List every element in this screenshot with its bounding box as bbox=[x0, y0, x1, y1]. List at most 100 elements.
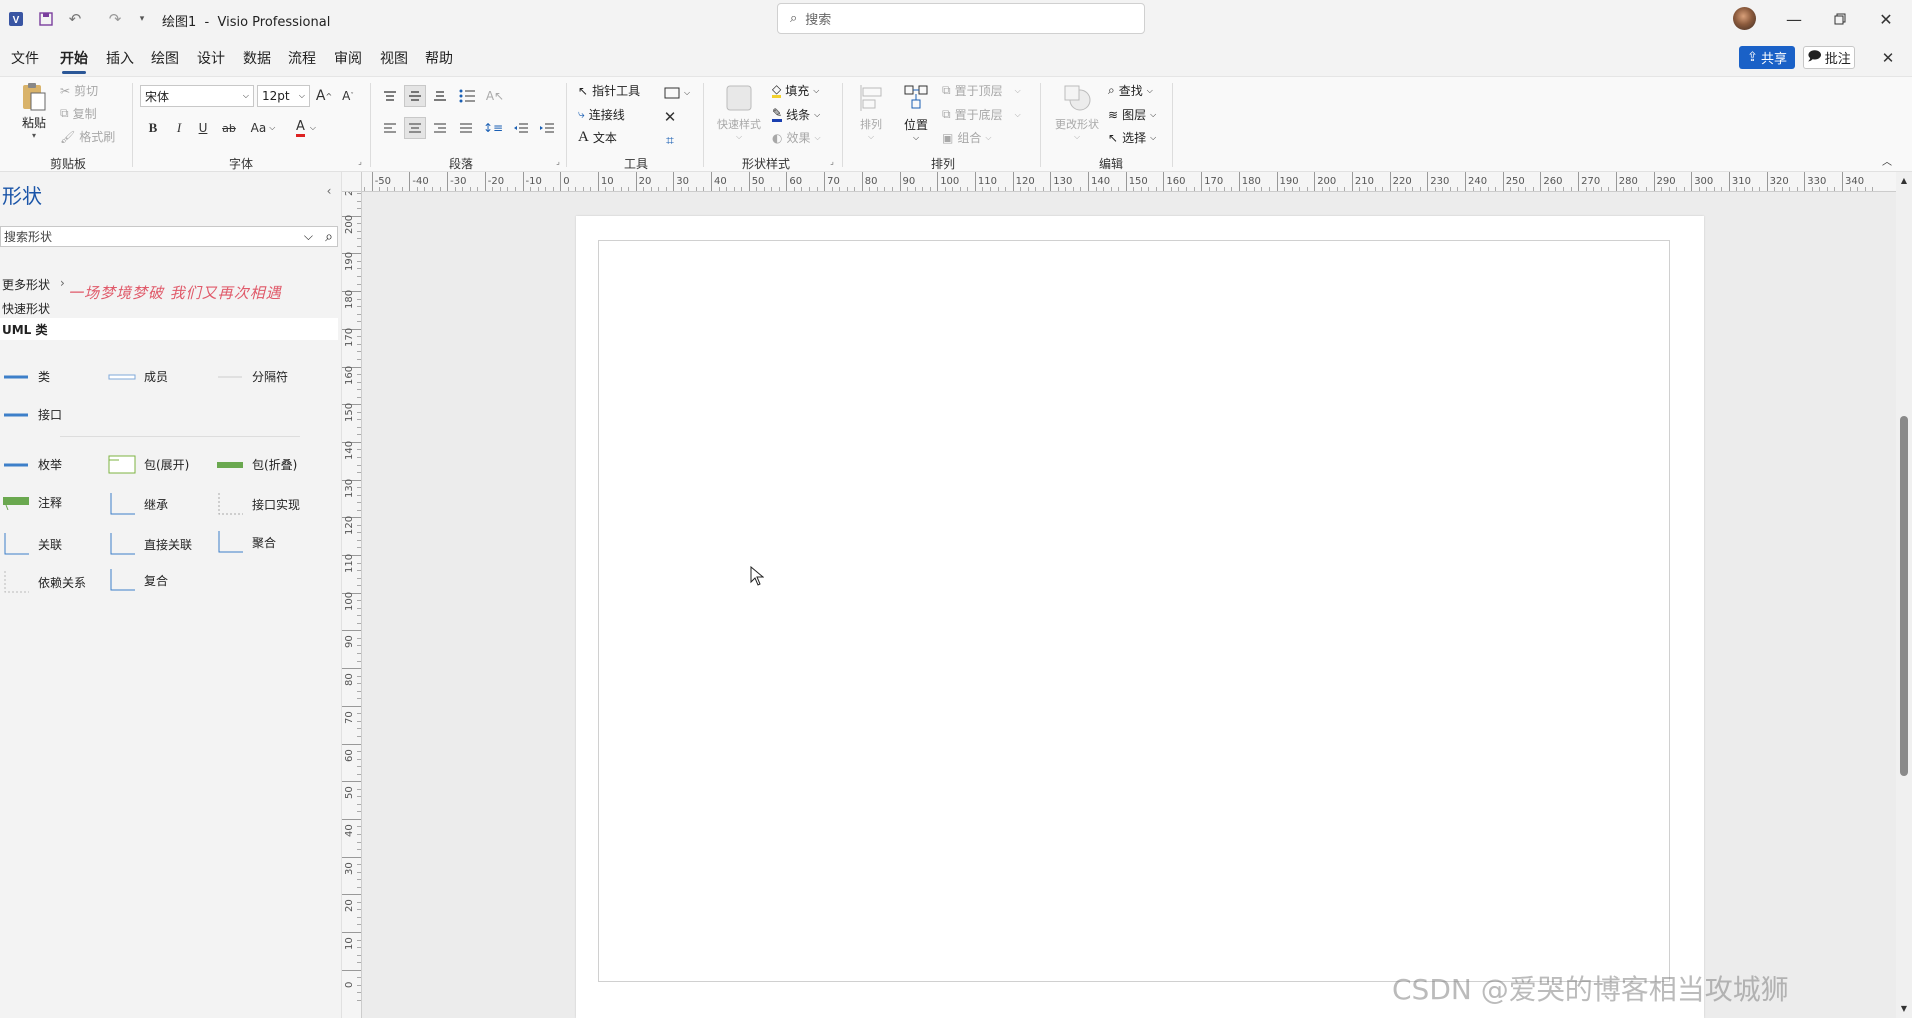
shape-item-member[interactable]: 成员 bbox=[108, 368, 168, 385]
customize-qat-icon[interactable]: ▾ bbox=[136, 10, 148, 28]
tab-help[interactable]: 帮助 bbox=[425, 48, 453, 68]
minimize-icon[interactable]: — bbox=[1780, 6, 1808, 32]
underline-button[interactable]: U bbox=[194, 117, 212, 139]
shape-item-association[interactable]: 关联 bbox=[2, 532, 62, 556]
align-middle-icon[interactable] bbox=[404, 85, 426, 107]
drawing-canvas[interactable]: CSDN @爱哭的博客相当攻城狮 bbox=[362, 192, 1896, 1018]
shape-item-enum[interactable]: 枚举 bbox=[2, 456, 62, 473]
shape-item-interface[interactable]: 接口 bbox=[2, 406, 62, 423]
align-right-icon[interactable] bbox=[430, 117, 450, 139]
restore-icon[interactable] bbox=[1826, 6, 1854, 32]
quick-styles-button[interactable]: 快速样式 ⌵ bbox=[714, 83, 764, 142]
delete-connector-icon[interactable]: ✕ bbox=[660, 107, 680, 127]
font-dialog-launcher-icon[interactable]: ⌟ bbox=[354, 155, 366, 167]
align-shapes-button[interactable]: 排列 ⌵ bbox=[854, 83, 888, 142]
shape-item-inheritance[interactable]: 继承 bbox=[108, 492, 168, 516]
tab-design[interactable]: 设计 bbox=[197, 48, 225, 68]
align-left-icon[interactable] bbox=[380, 117, 400, 139]
bold-button[interactable]: B bbox=[144, 117, 162, 139]
shape-item-directed-association[interactable]: 直接关联 bbox=[108, 532, 192, 556]
paste-button[interactable]: 粘贴 ▾ bbox=[16, 81, 52, 145]
paste-dropdown-icon[interactable]: ▾ bbox=[16, 131, 52, 140]
tab-process[interactable]: 流程 bbox=[288, 48, 316, 68]
scroll-thumb[interactable] bbox=[1900, 416, 1908, 776]
pointer-tool-button[interactable]: ↖ 指针工具 bbox=[578, 82, 640, 99]
line-spacing-icon[interactable]: ↕≡ bbox=[482, 117, 504, 139]
decrease-indent-icon[interactable] bbox=[510, 117, 532, 139]
font-color-button[interactable]: A ⌵ bbox=[288, 117, 324, 139]
line-button[interactable]: ✎ 线条 ⌵ bbox=[772, 106, 820, 123]
stencil-header[interactable]: UML 类 bbox=[0, 318, 338, 340]
format-painter-button[interactable]: 🖌 格式刷 bbox=[60, 128, 115, 145]
shape-item-package-collapsed[interactable]: 包(折叠) bbox=[216, 456, 297, 473]
collapse-panel-icon[interactable]: ‹ bbox=[322, 184, 336, 198]
shape-item-package-expanded[interactable]: 包(展开) bbox=[108, 454, 189, 474]
paragraph-dialog-launcher-icon[interactable]: ⌟ bbox=[552, 155, 564, 167]
save-icon[interactable] bbox=[36, 9, 56, 29]
send-to-back-button[interactable]: ⧉ 置于底层 ⌵ bbox=[942, 106, 1021, 123]
tab-review[interactable]: 审阅 bbox=[334, 48, 362, 68]
group-button[interactable]: ▣ 组合 ⌵ bbox=[942, 129, 991, 146]
close-doc-icon[interactable]: ✕ bbox=[1876, 46, 1900, 70]
comments-button[interactable]: 🗩 批注 bbox=[1803, 46, 1855, 69]
grow-font-icon[interactable]: A ^ bbox=[314, 85, 334, 107]
shrink-font-icon[interactable]: Aˇ bbox=[338, 85, 358, 107]
search-icon[interactable]: ⌕ bbox=[325, 229, 333, 245]
font-size-combo[interactable]: 12pt ⌵ bbox=[257, 85, 310, 107]
align-top-icon[interactable] bbox=[380, 85, 400, 107]
italic-button[interactable]: I bbox=[170, 117, 188, 139]
find-button[interactable]: ⌕ 查找 ⌵ bbox=[1108, 82, 1153, 99]
tab-view[interactable]: 视图 bbox=[380, 48, 408, 68]
fill-button[interactable]: ◇ 填充 ⌵ bbox=[772, 82, 819, 99]
vertical-scrollbar[interactable]: ▲ ▼ bbox=[1896, 172, 1912, 1018]
align-center-icon[interactable] bbox=[404, 117, 426, 139]
scroll-up-icon[interactable]: ▲ bbox=[1898, 174, 1910, 186]
bring-to-front-button[interactable]: ⧉ 置于顶层 ⌵ bbox=[942, 82, 1021, 99]
layers-button[interactable]: ≋ 图层 ⌵ bbox=[1108, 106, 1156, 123]
bullets-icon[interactable] bbox=[456, 85, 478, 107]
cut-button[interactable]: ✂ 剪切 bbox=[60, 82, 98, 99]
strikethrough-button[interactable]: ab bbox=[218, 117, 240, 139]
shape-item-separator[interactable]: 分隔符 bbox=[216, 368, 288, 385]
search-shapes-input[interactable]: 搜索形状 ⌵ ⌕ bbox=[0, 226, 338, 247]
tab-data[interactable]: 数据 bbox=[243, 48, 271, 68]
align-bottom-icon[interactable] bbox=[430, 85, 450, 107]
tab-draw[interactable]: 绘图 bbox=[151, 48, 179, 68]
tab-file[interactable]: 文件 bbox=[11, 48, 39, 68]
connection-point-icon[interactable]: ⌗ bbox=[660, 131, 680, 151]
avatar[interactable] bbox=[1733, 7, 1756, 30]
rectangle-tool-icon[interactable]: ⌵ bbox=[660, 83, 694, 103]
position-button[interactable]: 位置 ⌵ bbox=[898, 83, 934, 143]
select-button[interactable]: ↖ 选择 ⌵ bbox=[1108, 129, 1156, 146]
shape-item-interface-realization[interactable]: 接口实现 bbox=[216, 492, 300, 516]
change-shape-button[interactable]: 更改形状 ⌵ bbox=[1050, 83, 1104, 142]
drawing-page[interactable] bbox=[576, 216, 1704, 1018]
shape-item-note[interactable]: 注释 bbox=[2, 494, 62, 511]
copy-button[interactable]: ⧉ 复制 bbox=[60, 105, 97, 122]
scroll-down-icon[interactable]: ▼ bbox=[1898, 1002, 1910, 1014]
close-icon[interactable]: ✕ bbox=[1872, 6, 1900, 32]
shape-item-aggregation[interactable]: 聚合 bbox=[216, 530, 276, 554]
redo-icon[interactable]: ↷ bbox=[104, 9, 126, 29]
effects-button[interactable]: ◐ 效果 ⌵ bbox=[772, 129, 821, 146]
shape-item-class[interactable]: 类 bbox=[2, 368, 50, 385]
search-box[interactable]: ⌕ 搜索 bbox=[777, 3, 1145, 34]
chevron-down-icon[interactable]: ⌵ bbox=[304, 229, 313, 244]
more-shapes-link[interactable]: 更多形状 › bbox=[2, 276, 65, 293]
tab-home[interactable]: 开始 bbox=[60, 48, 88, 74]
connector-tool-button[interactable]: ⤷ 连接线 bbox=[578, 106, 625, 123]
font-name-combo[interactable]: 宋体 ⌵ bbox=[140, 85, 254, 107]
share-button[interactable]: ⇪ 共享 bbox=[1739, 46, 1795, 69]
shape-styles-dialog-launcher-icon[interactable]: ⌟ bbox=[826, 155, 838, 167]
justify-icon[interactable] bbox=[456, 117, 476, 139]
tab-insert[interactable]: 插入 bbox=[106, 48, 134, 68]
collapse-ribbon-icon[interactable]: ︿ bbox=[1880, 153, 1894, 168]
text-rotate-icon[interactable]: A↖ bbox=[484, 85, 506, 107]
change-case-button[interactable]: Aa ⌵ bbox=[246, 117, 280, 139]
increase-indent-icon[interactable] bbox=[536, 117, 558, 139]
quick-shapes-link[interactable]: 快速形状 bbox=[2, 300, 50, 317]
shape-item-composition[interactable]: 复合 bbox=[108, 568, 168, 592]
text-tool-button[interactable]: A 文本 bbox=[578, 129, 617, 146]
shape-item-dependency[interactable]: 依赖关系 bbox=[2, 570, 86, 594]
undo-icon[interactable]: ↶ bbox=[64, 9, 86, 29]
